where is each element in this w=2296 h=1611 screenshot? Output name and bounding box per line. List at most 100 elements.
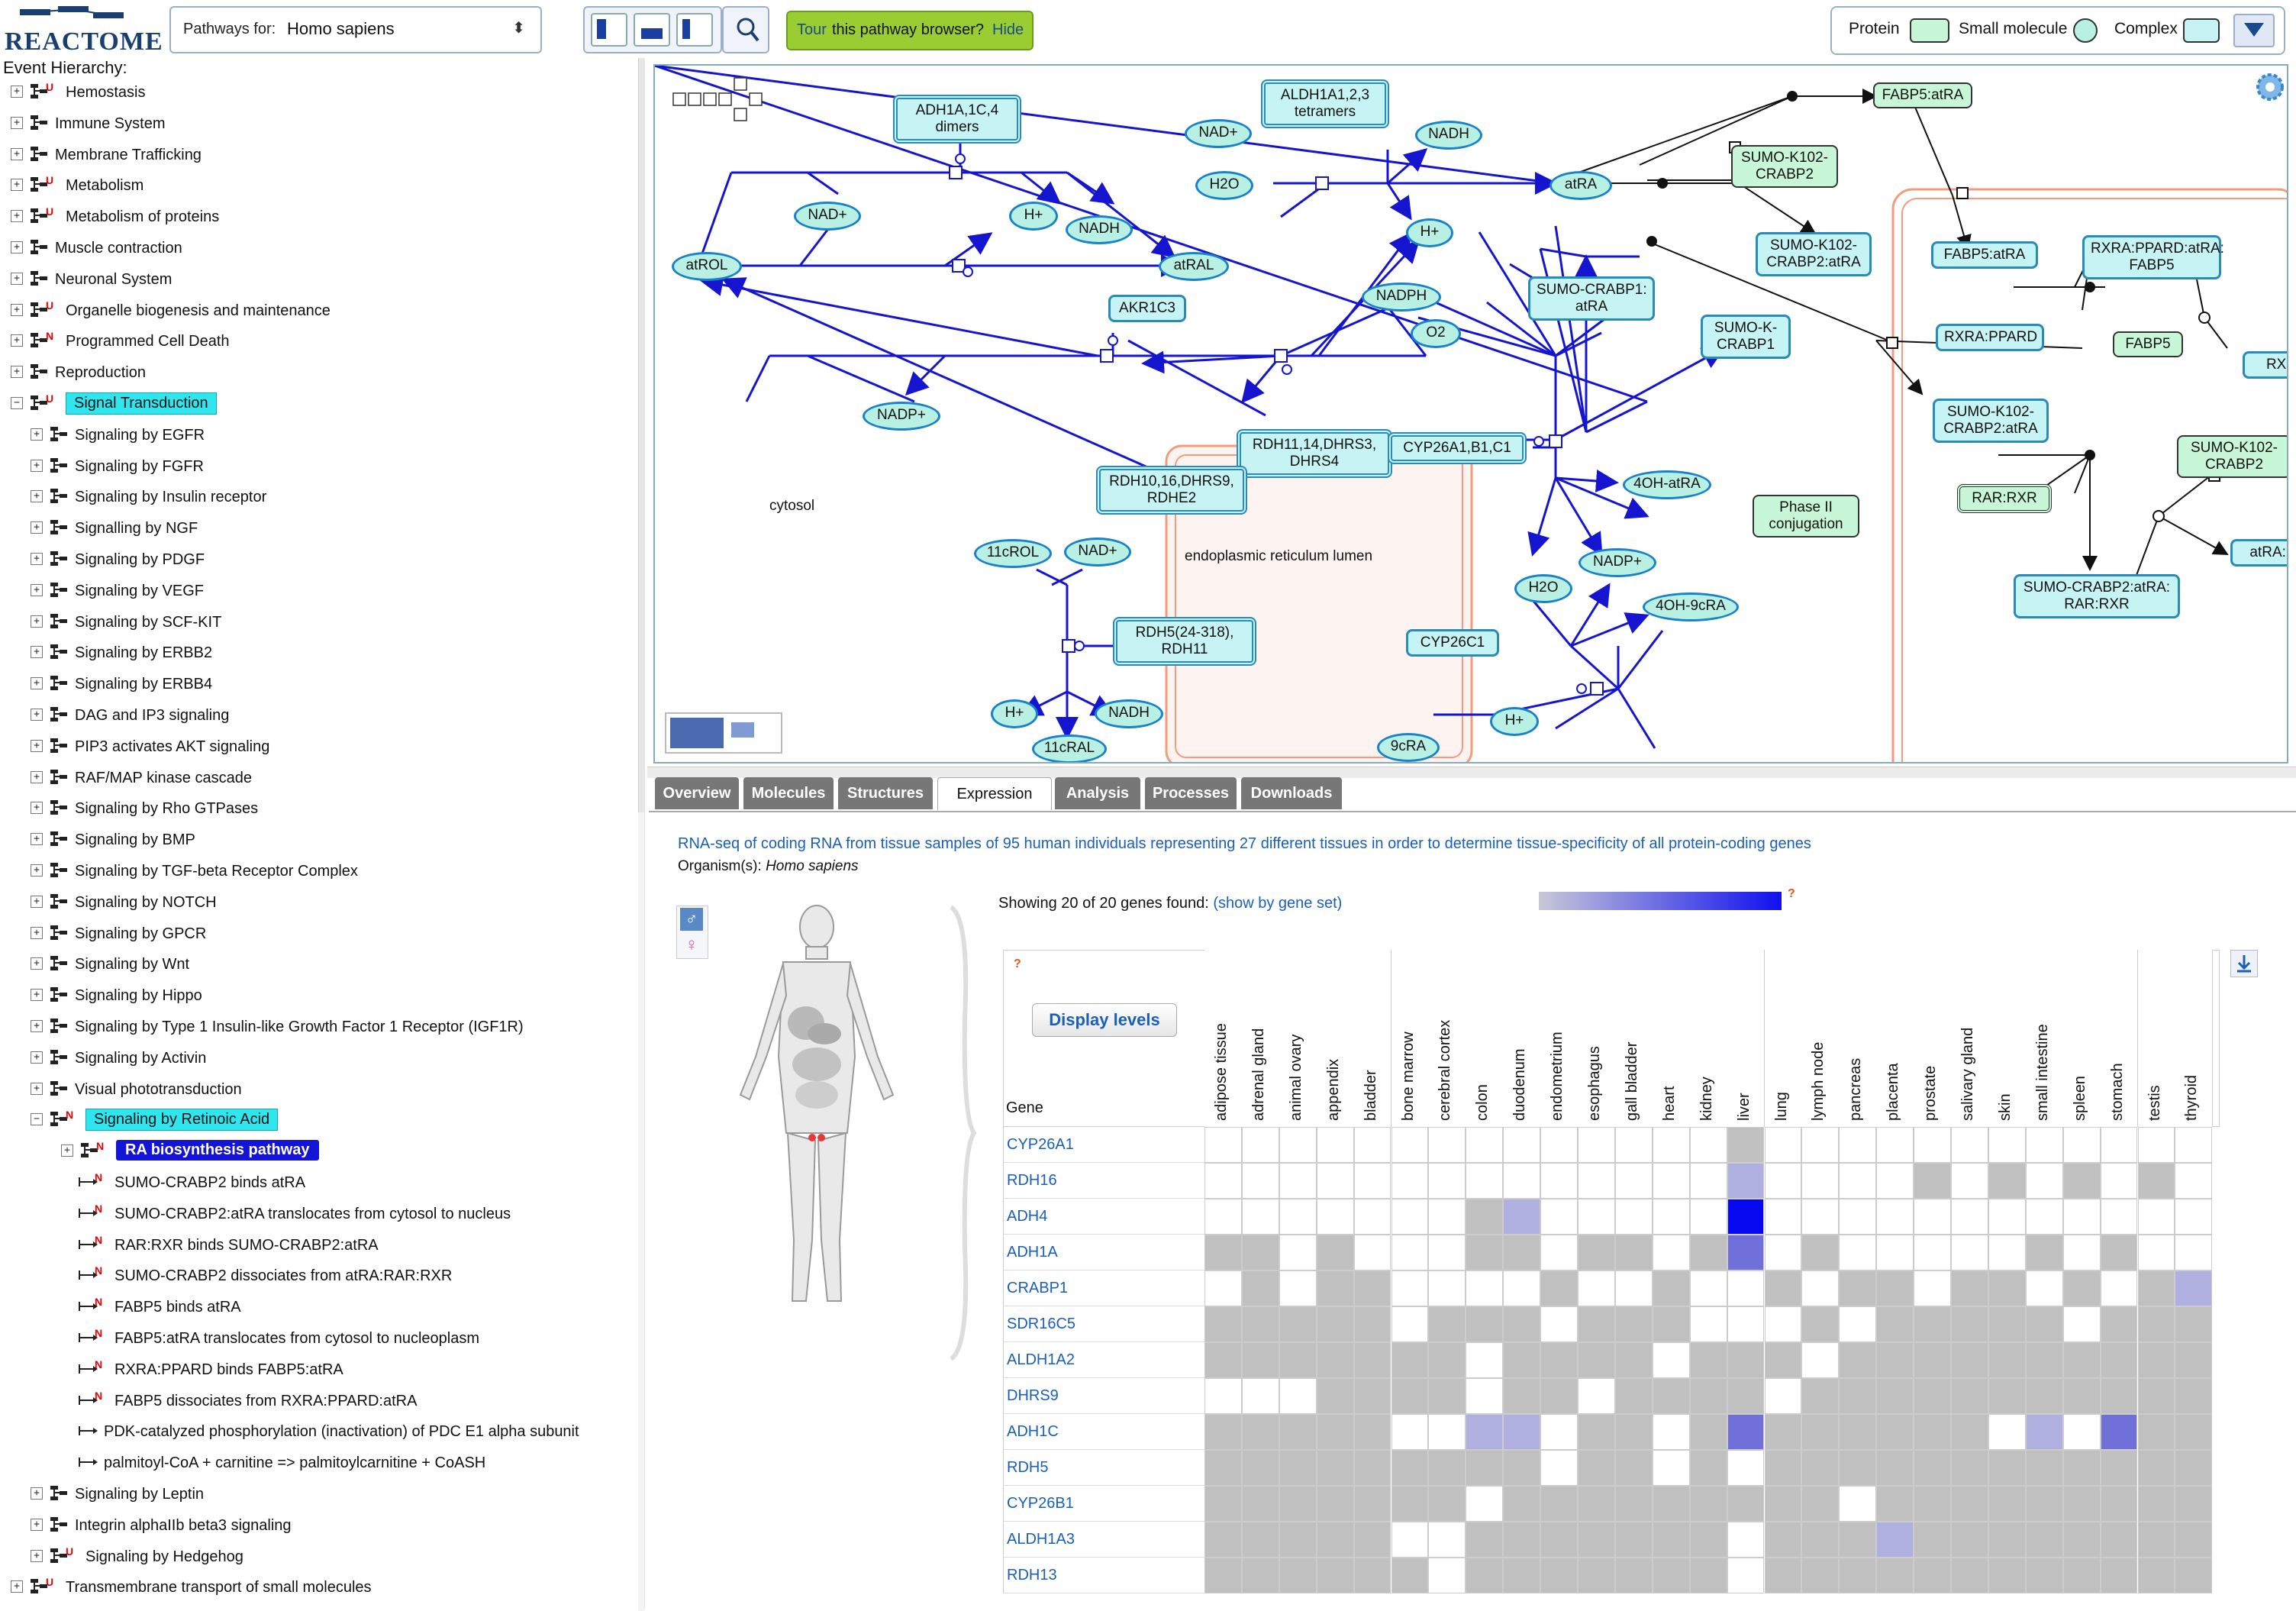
expression-cell[interactable] bbox=[1503, 1378, 1541, 1414]
tree-pathway-item[interactable]: + Signaling by Rho GTPases bbox=[0, 797, 634, 825]
expression-cell[interactable] bbox=[1614, 1522, 1653, 1558]
tree-item-label[interactable]: Signaling by Rho GTPases bbox=[75, 800, 258, 818]
expression-cell[interactable] bbox=[1316, 1127, 1354, 1163]
tree-pathway-item[interactable]: + Neuronal System bbox=[0, 268, 634, 295]
tree-item-label[interactable]: Signaling by Hedgehog bbox=[85, 1548, 243, 1566]
tree-item-label[interactable]: Organelle biogenesis and maintenance bbox=[66, 302, 331, 320]
expression-cell[interactable] bbox=[1652, 1450, 1690, 1486]
tree-pathway-item[interactable]: − N Signaling by Retinoic Acid bbox=[0, 1109, 634, 1136]
expression-cell[interactable] bbox=[1241, 1414, 1279, 1450]
expression-cell[interactable] bbox=[2137, 1306, 2175, 1342]
tree-pathway-item[interactable]: + Signaling by BMP bbox=[0, 828, 634, 856]
tree-item-label[interactable]: RXRA:PPARD binds FABP5:atRA bbox=[114, 1361, 343, 1379]
expression-cell[interactable] bbox=[1279, 1163, 1317, 1199]
expression-cell[interactable] bbox=[1914, 1414, 1951, 1450]
expression-cell[interactable] bbox=[1428, 1127, 1466, 1163]
expression-cell[interactable] bbox=[1764, 1522, 1802, 1558]
expression-cell[interactable] bbox=[1353, 1378, 1391, 1414]
expression-cell[interactable] bbox=[1353, 1342, 1391, 1378]
expression-cell[interactable] bbox=[1801, 1163, 1840, 1199]
expression-cell[interactable] bbox=[2137, 1342, 2175, 1378]
expression-cell[interactable] bbox=[1279, 1450, 1317, 1486]
expression-cell[interactable] bbox=[1988, 1414, 2026, 1450]
expression-cell[interactable] bbox=[1689, 1486, 1727, 1522]
expression-cell[interactable] bbox=[1204, 1378, 1242, 1414]
expression-cell[interactable] bbox=[1914, 1450, 1951, 1486]
expand-icon[interactable]: + bbox=[31, 926, 43, 939]
expression-cell[interactable] bbox=[1279, 1199, 1317, 1235]
expression-cell[interactable] bbox=[1241, 1270, 1279, 1306]
expression-cell[interactable] bbox=[1428, 1199, 1466, 1235]
expand-icon[interactable]: + bbox=[31, 553, 43, 565]
expression-cell[interactable] bbox=[1614, 1558, 1653, 1593]
tree-item-label[interactable]: Signaling by ERBB2 bbox=[75, 644, 212, 662]
expression-cell[interactable] bbox=[1876, 1235, 1914, 1270]
expression-cell[interactable] bbox=[2062, 1558, 2101, 1593]
expression-cell[interactable] bbox=[2062, 1450, 2101, 1486]
expression-cell[interactable] bbox=[2175, 1306, 2213, 1342]
expression-cell[interactable] bbox=[2025, 1127, 2063, 1163]
tab-overview[interactable]: Overview bbox=[655, 777, 739, 809]
expand-icon[interactable]: + bbox=[31, 989, 43, 1002]
expression-cell[interactable] bbox=[1689, 1414, 1727, 1450]
expression-cell[interactable] bbox=[1764, 1235, 1802, 1270]
expression-cell[interactable] bbox=[1914, 1270, 1951, 1306]
protein-node[interactable]: FABP5:atRA bbox=[1873, 82, 1972, 108]
expression-cell[interactable] bbox=[1689, 1378, 1727, 1414]
expression-cell[interactable] bbox=[1503, 1235, 1541, 1270]
expression-cell[interactable] bbox=[2175, 1342, 2213, 1378]
complex-node[interactable]: SUMO-K- CRABP1 bbox=[1701, 315, 1791, 359]
expression-cell[interactable] bbox=[1241, 1450, 1279, 1486]
expression-cell[interactable] bbox=[1951, 1127, 1988, 1163]
gene-link[interactable]: CYP26A1 bbox=[1007, 1136, 1074, 1154]
gene-link[interactable]: SDR16C5 bbox=[1007, 1316, 1075, 1333]
expression-cell[interactable] bbox=[2137, 1414, 2175, 1450]
expression-cell[interactable] bbox=[1428, 1306, 1466, 1342]
expression-cell[interactable] bbox=[1914, 1342, 1951, 1378]
expression-cell[interactable] bbox=[2100, 1342, 2138, 1378]
small-molecule-node[interactable]: H+ bbox=[1009, 202, 1058, 231]
expression-cell[interactable] bbox=[1540, 1306, 1578, 1342]
expand-icon[interactable]: + bbox=[11, 1580, 23, 1593]
expression-cell[interactable] bbox=[1652, 1414, 1690, 1450]
expression-cell[interactable] bbox=[1391, 1306, 1429, 1342]
expression-cell[interactable] bbox=[1316, 1522, 1354, 1558]
expression-cell[interactable] bbox=[1652, 1522, 1690, 1558]
download-button[interactable] bbox=[2230, 950, 2258, 977]
expand-icon[interactable]: + bbox=[11, 303, 23, 316]
expression-cell[interactable] bbox=[1988, 1235, 2026, 1270]
layout-left-panel-button[interactable] bbox=[591, 13, 627, 47]
expression-cell[interactable] bbox=[1988, 1127, 2026, 1163]
expression-cell[interactable] bbox=[2100, 1486, 2138, 1522]
expression-cell[interactable] bbox=[1316, 1270, 1354, 1306]
expression-cell[interactable] bbox=[1689, 1163, 1727, 1199]
expression-cell[interactable] bbox=[1316, 1306, 1354, 1342]
expression-cell[interactable] bbox=[1876, 1450, 1914, 1486]
expand-icon[interactable]: + bbox=[31, 864, 43, 877]
expand-icon[interactable]: + bbox=[31, 459, 43, 472]
expression-cell[interactable] bbox=[1988, 1199, 2026, 1235]
expression-cell[interactable] bbox=[1914, 1522, 1951, 1558]
expression-cell[interactable] bbox=[1503, 1450, 1541, 1486]
expression-cell[interactable] bbox=[1689, 1127, 1727, 1163]
small-molecule-node[interactable]: H2O bbox=[1195, 171, 1253, 200]
protein-node[interactable]: RAR:RXR bbox=[1957, 484, 2052, 513]
expression-cell[interactable] bbox=[1391, 1378, 1429, 1414]
expression-cell[interactable] bbox=[1466, 1270, 1504, 1306]
small-molecule-node[interactable]: NADPH bbox=[1362, 282, 1441, 312]
expression-cell[interactable] bbox=[1727, 1558, 1765, 1593]
expand-icon[interactable]: + bbox=[31, 1487, 43, 1500]
expression-cell[interactable] bbox=[1727, 1306, 1765, 1342]
expression-cell[interactable] bbox=[1466, 1127, 1504, 1163]
expression-cell[interactable] bbox=[1689, 1306, 1727, 1342]
tree-item-label[interactable]: Transmembrane transport of small molecul… bbox=[66, 1579, 372, 1596]
expression-cell[interactable] bbox=[1204, 1199, 1242, 1235]
expression-cell[interactable] bbox=[1204, 1522, 1242, 1558]
tree-item-label[interactable]: palmitoyl-CoA + carnitine => palmitoylca… bbox=[104, 1454, 485, 1472]
expression-cell[interactable] bbox=[1578, 1306, 1615, 1342]
expression-cell[interactable] bbox=[1466, 1342, 1504, 1378]
expression-cell[interactable] bbox=[1839, 1270, 1877, 1306]
expression-cell[interactable] bbox=[1428, 1378, 1466, 1414]
tree-reaction-item[interactable]: palmitoyl-CoA + carnitine => palmitoylca… bbox=[0, 1451, 634, 1479]
complex-node[interactable]: SUMO-CRABP1: atRA bbox=[1528, 276, 1655, 321]
